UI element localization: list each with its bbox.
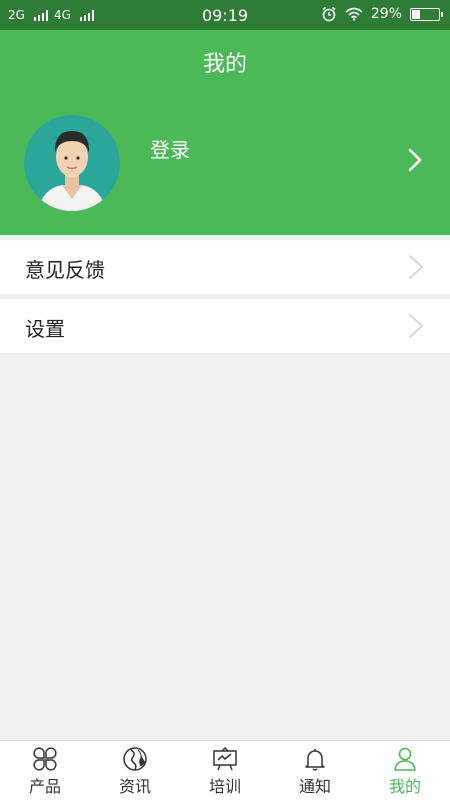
tab-label: 资讯	[118, 777, 151, 796]
presentation-board-icon	[213, 746, 237, 771]
chevron-right-icon[interactable]	[408, 148, 422, 172]
menu-item-label: 设置	[25, 317, 65, 341]
tab-products[interactable]: 产品	[0, 741, 90, 800]
tab-news[interactable]: 资讯	[90, 741, 180, 800]
user-icon	[394, 747, 416, 771]
globe-icon	[123, 747, 147, 771]
battery-percent: 29%	[370, 6, 402, 22]
tab-label: 通知	[298, 777, 331, 796]
tab-mine[interactable]: 我的	[360, 741, 450, 800]
wifi-icon	[345, 7, 363, 21]
tab-label: 产品	[28, 777, 61, 796]
tab-training[interactable]: 培训	[180, 741, 270, 800]
battery-icon	[410, 7, 443, 21]
status-right: 29%	[321, 6, 443, 22]
tab-label: 培训	[208, 777, 241, 796]
chevron-right-icon	[409, 314, 423, 338]
page-title: 我的	[202, 52, 247, 77]
tab-label: 我的	[388, 777, 421, 796]
bell-icon	[305, 749, 325, 771]
status-bar: 2G 4G 09:19 29%	[0, 0, 450, 30]
menu-item-settings[interactable]: 设置	[0, 299, 450, 353]
menu-item-feedback[interactable]: 意见反馈	[0, 240, 450, 294]
battery-level	[412, 9, 421, 19]
grid-petals-icon	[33, 747, 57, 771]
tab-notifications[interactable]: 通知	[270, 741, 360, 800]
login-link[interactable]: 登录	[150, 134, 190, 163]
bottom-tab-bar: 产品 资讯 培训 通知 我的	[0, 740, 450, 800]
chevron-right-icon	[409, 255, 423, 279]
alarm-icon	[322, 6, 336, 22]
menu-item-label: 意见反馈	[25, 258, 105, 282]
user-avatar-icon	[38, 131, 106, 211]
avatar[interactable]	[24, 115, 120, 211]
profile-header: 我的 登录	[0, 30, 450, 235]
